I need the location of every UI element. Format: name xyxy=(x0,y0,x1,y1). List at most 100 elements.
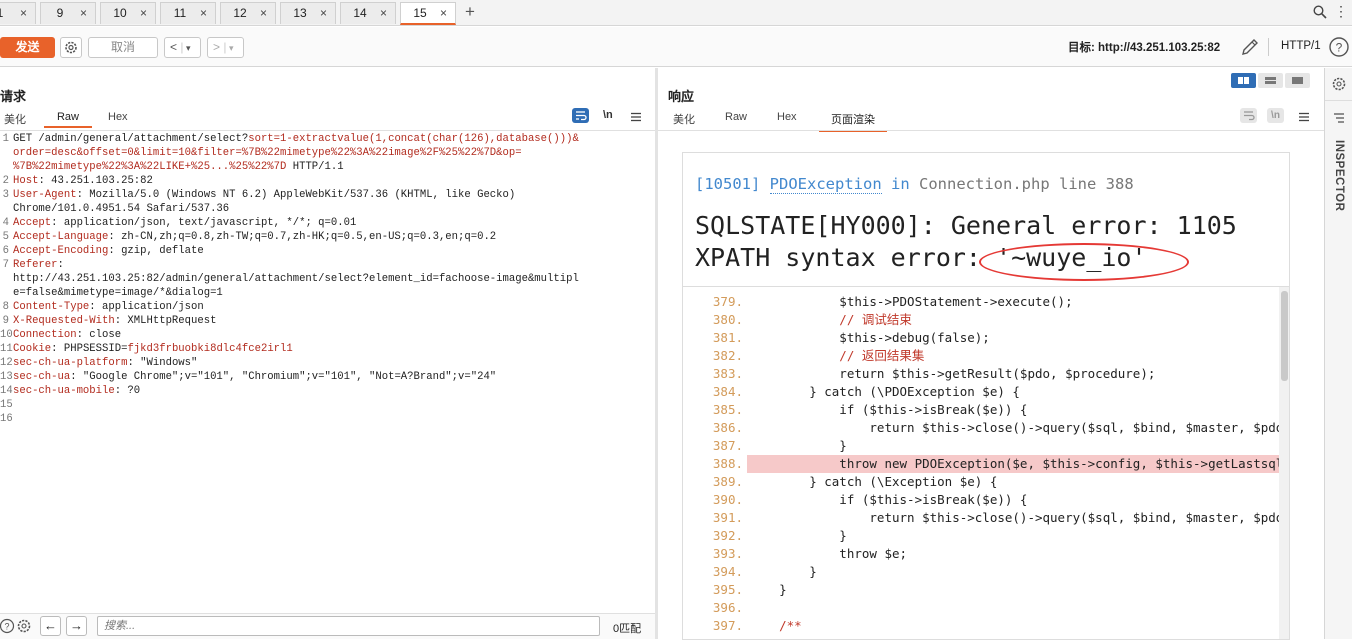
tab-hex[interactable]: Hex xyxy=(777,111,797,123)
cancel-button[interactable]: 取消 xyxy=(88,37,158,58)
tab-15[interactable]: 15 × xyxy=(400,2,456,25)
close-icon[interactable]: × xyxy=(20,3,27,23)
svg-text:?: ? xyxy=(4,622,9,632)
more-options-icon[interactable]: ⋮ xyxy=(1334,4,1348,20)
header-name: %7B%22mimetype%22%3A%22LIKE+%25...%25%22… xyxy=(13,161,287,173)
wrap-lines-icon[interactable] xyxy=(1240,108,1257,123)
tab-11[interactable]: 11 × xyxy=(160,2,216,24)
edit-target-icon[interactable] xyxy=(1240,37,1260,57)
exception-class[interactable]: PDOException xyxy=(769,175,882,194)
newline-toggle[interactable]: \n xyxy=(1267,108,1284,123)
close-icon[interactable]: × xyxy=(440,3,447,23)
tab-raw[interactable]: Raw xyxy=(725,111,747,123)
request-line: 4 Accept: application/json, text/javascri… xyxy=(0,216,655,230)
source-code: if ($this->isBreak($e)) { xyxy=(749,402,1028,417)
tab-render[interactable]: 页面渲染 xyxy=(819,111,887,132)
source-code: } catch (\Exception $e) { xyxy=(749,474,998,489)
layout-stacked-button[interactable] xyxy=(1258,73,1283,88)
source-line: 384. } catch (\PDOException $e) { xyxy=(683,383,1289,401)
toolbar: 发送 取消 < | ▾ > | ▾ 目标: http://43.251.103.… xyxy=(0,27,1352,67)
newline-toggle[interactable]: \n xyxy=(603,109,613,121)
tab-9[interactable]: 9 × xyxy=(40,2,96,24)
source-line-number: 379. xyxy=(712,294,743,309)
request-line: 3 User-Agent: Mozilla/5.0 (Windows NT 6.2… xyxy=(0,188,655,202)
inspector-label[interactable]: INSPECTOR xyxy=(1333,140,1345,211)
close-icon[interactable]: × xyxy=(80,3,87,23)
source-line: 396. xyxy=(683,599,1289,617)
forward-button[interactable]: > | ▾ xyxy=(207,37,244,58)
tab-prettify[interactable]: 美化 xyxy=(4,111,26,127)
request-line: Chrome/101.0.4951.54 Safari/537.36 xyxy=(0,202,655,216)
source-line: 389. } catch (\Exception $e) { xyxy=(683,473,1289,491)
send-button[interactable]: 发送 xyxy=(0,37,55,58)
source-code: $this->debug(false); xyxy=(749,330,990,345)
source-code: return $this->close()->query($sql, $bind… xyxy=(749,510,1284,525)
chevron-down-icon: ▾ xyxy=(183,43,191,53)
source-line-number: 382. xyxy=(712,348,743,363)
request-line: e=false&mimetype=image/*&dialog=1 xyxy=(0,286,655,300)
close-icon[interactable]: × xyxy=(200,3,207,23)
exception-file: Connection.php line 388 xyxy=(919,175,1134,193)
search-icon[interactable] xyxy=(1313,5,1327,19)
scrollbar[interactable] xyxy=(1279,287,1289,639)
tab-13[interactable]: 13 × xyxy=(280,2,336,24)
tab-10[interactable]: 10 × xyxy=(100,2,156,24)
chevron-left-icon: < xyxy=(170,40,178,54)
layout-single-button[interactable] xyxy=(1285,73,1310,88)
source-line: 383. return $this->getResult($pdo, $proc… xyxy=(683,365,1289,383)
source-line: 380. // 调试结束 xyxy=(683,311,1289,329)
help-icon[interactable]: ? xyxy=(1328,36,1350,58)
source-line: 381. $this->debug(false); xyxy=(683,329,1289,347)
request-line: order=desc&offset=0&limit=10&filter=%7B%… xyxy=(0,146,655,160)
tab-hex[interactable]: Hex xyxy=(108,111,128,123)
tab-label: 1 xyxy=(0,3,19,23)
settings-icon[interactable] xyxy=(60,37,82,58)
previous-match-button[interactable]: ← xyxy=(40,616,61,636)
source-line: 379. $this->PDOStatement->execute(); xyxy=(683,293,1289,311)
tab-raw[interactable]: Raw xyxy=(44,111,92,128)
header-value: : "Google Chrome";v="101", "Chromium";v=… xyxy=(70,371,497,383)
close-icon[interactable]: × xyxy=(140,3,147,23)
settings-icon[interactable] xyxy=(15,617,33,635)
error-code: [10501] xyxy=(695,175,761,193)
next-match-button[interactable]: → xyxy=(66,616,87,636)
header-value: : Mozilla/5.0 (Windows NT 6.2) AppleWebK… xyxy=(76,189,516,201)
close-icon[interactable]: × xyxy=(380,3,387,23)
header-name: Connection xyxy=(13,329,77,341)
tab-14[interactable]: 14 × xyxy=(340,2,396,24)
source-code: } catch (\PDOException $e) { xyxy=(749,384,1020,399)
filter-icon[interactable] xyxy=(1333,112,1345,124)
source-code: throw $e; xyxy=(749,546,908,561)
close-icon[interactable]: × xyxy=(260,3,267,23)
tab-prettify[interactable]: 美化 xyxy=(673,111,695,127)
tab-12[interactable]: 12 × xyxy=(220,2,276,24)
back-button[interactable]: < | ▾ xyxy=(164,37,201,58)
source-line-number: 397. xyxy=(712,618,743,633)
header-name: order=desc&offset=0&limit=10&filter=%7B%… xyxy=(13,147,522,159)
header-value: : "Windows" xyxy=(127,357,198,369)
source-line: 385. if ($this->isBreak($e)) { xyxy=(683,401,1289,419)
layout-side-by-side-button[interactable] xyxy=(1231,73,1256,88)
wrap-lines-icon[interactable] xyxy=(572,108,589,123)
request-line: 2 Host: 43.251.103.25:82 xyxy=(0,174,655,188)
request-editor[interactable]: 1 GET /admin/general/attachment/select?so… xyxy=(0,131,655,611)
help-icon[interactable]: ? xyxy=(0,618,16,634)
header-value: : XMLHttpRequest xyxy=(114,315,217,327)
new-tab-button[interactable]: + xyxy=(461,2,479,22)
search-input[interactable] xyxy=(97,616,600,636)
header-name: User-Agent xyxy=(13,189,77,201)
settings-icon[interactable] xyxy=(1330,75,1348,93)
divider xyxy=(1268,38,1269,56)
source-code: // 调试结束 xyxy=(749,312,912,327)
rendered-page[interactable]: [10501] PDOException in Connection.php l… xyxy=(682,152,1290,640)
source-code: // 返回结果集 xyxy=(749,348,925,363)
source-code: } xyxy=(749,582,787,597)
request-line: 14 sec-ch-ua-mobile: ?0 xyxy=(0,384,655,398)
tab-1[interactable]: 1× xyxy=(0,2,36,24)
close-icon[interactable]: × xyxy=(320,3,327,23)
tab-label: 15 xyxy=(413,6,427,20)
http-version-selector[interactable]: HTTP/1 xyxy=(1281,40,1321,52)
inspector-sidebar: INSPECTOR xyxy=(1324,68,1352,639)
menu-icon[interactable] xyxy=(630,111,642,122)
menu-icon[interactable] xyxy=(1298,111,1310,122)
